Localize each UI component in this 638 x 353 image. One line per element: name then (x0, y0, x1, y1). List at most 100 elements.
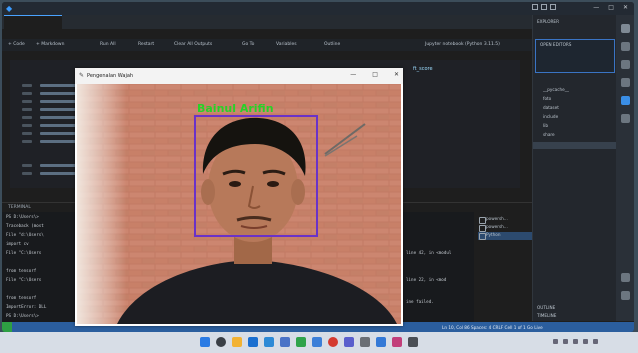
terminal-instance[interactable]: powersh... (478, 216, 532, 224)
tray-icon[interactable] (573, 339, 578, 344)
search-icon[interactable] (216, 337, 226, 347)
face-recognition-window: ✎ Pengenalan Wajah — □ ✕ Bainul Arifin (75, 68, 403, 326)
explorer-item[interactable]: __pycache__ (543, 87, 569, 92)
settings-gear-icon[interactable] (620, 291, 630, 300)
maximize-button[interactable]: □ (608, 4, 614, 11)
tray-icon[interactable] (553, 339, 558, 344)
kernel-selector[interactable]: Jupyter notebook (Python 3.11.5) (425, 42, 500, 47)
terminal-line: ImportError: DLL (6, 304, 47, 309)
terminal-instance[interactable]: Python (478, 232, 532, 240)
app-icon[interactable] (392, 337, 402, 347)
layout-icon[interactable] (541, 4, 547, 10)
terminal-instance[interactable]: powersh... (478, 224, 532, 232)
tray-icon[interactable] (583, 339, 588, 344)
terminal-line: import cv (6, 241, 29, 246)
terminal-line: File "d:\Users\ (6, 232, 44, 237)
title-bar: ◆ — □ ✕ (2, 2, 634, 15)
terminal-line: PS D:\Users\> (6, 214, 39, 219)
notebook-toolbar: + Code + Markdown Run All Restart Clear … (2, 39, 532, 51)
outline-section[interactable]: OUTLINE (537, 305, 555, 310)
close-button[interactable]: ✕ (623, 4, 628, 11)
whatsapp-icon[interactable] (296, 337, 306, 347)
add-code-button[interactable]: + Code (8, 42, 25, 47)
taskbar (0, 332, 638, 353)
remote-indicator-icon[interactable] (2, 322, 12, 332)
tray-icon[interactable] (593, 339, 598, 344)
feather-icon: ✎ (79, 72, 85, 79)
system-tray (553, 339, 598, 344)
file-explorer-icon[interactable] (232, 337, 242, 347)
tab-terminal[interactable]: TERMINAL (8, 205, 31, 210)
store-icon[interactable] (264, 337, 274, 347)
tab-secondary[interactable] (64, 15, 114, 29)
variables-button[interactable]: Variables (276, 42, 297, 47)
explorer-item[interactable]: foto (543, 96, 551, 101)
terminal-instance-label: Python (486, 232, 501, 237)
app-icon[interactable] (408, 337, 418, 347)
explorer-sidebar: EXPLORER OPEN EDITORS __pycache__ foto d… (532, 15, 617, 321)
terminal-instance-label: powersh... (486, 224, 508, 229)
camera-window-controls: — □ ✕ (350, 71, 399, 78)
add-markdown-button[interactable]: + Markdown (36, 42, 64, 47)
explorer-item[interactable]: include (543, 114, 558, 119)
status-right[interactable]: Ln 10, Col 86 Spaces: 4 CRLF Cell 1 of 1… (442, 325, 543, 330)
camera-title-bar[interactable]: ✎ Pengenalan Wajah — □ ✕ (75, 68, 403, 84)
maximize-button[interactable]: □ (372, 71, 378, 78)
terminal-line: File "C:\Users (6, 250, 42, 255)
layout-icon[interactable] (532, 4, 538, 10)
terminal-line: line 42, in <modul (406, 250, 452, 255)
selected-row-highlight (533, 142, 617, 149)
chrome-icon[interactable] (328, 337, 338, 347)
open-editors-section: OPEN EDITORS (535, 39, 615, 73)
edge-icon[interactable] (248, 337, 258, 347)
tray-icon[interactable] (563, 339, 568, 344)
extensions-icon[interactable] (620, 96, 630, 105)
terminal-list: powersh... powersh... Python (478, 216, 532, 256)
terminal-overflow: line 42, in <modul line 22, in <mod ine … (402, 212, 474, 324)
editor-tabs (2, 15, 532, 29)
explorer-icon[interactable] (620, 24, 630, 33)
goto-button[interactable]: Go To (242, 42, 254, 47)
vscode-taskbar-icon[interactable] (312, 337, 322, 347)
run-debug-icon[interactable] (620, 78, 630, 87)
terminal-line: Traceback (most (6, 223, 44, 228)
terminal-line: ine failed. (406, 299, 434, 304)
terminal-instance-label: powersh... (486, 216, 508, 221)
desktop: ◆ — □ ✕ + Code + Markdown Run All Restar… (0, 0, 638, 353)
explorer-item[interactable]: lib (543, 123, 548, 128)
window-controls: — □ ✕ (593, 4, 628, 11)
python-icon[interactable] (376, 337, 386, 347)
open-editors-header[interactable]: OPEN EDITORS (540, 42, 571, 47)
explorer-header: EXPLORER (537, 19, 559, 24)
terminal-line: PS D:\Users\> (6, 313, 39, 318)
terminal-line: from tensorf (6, 268, 37, 273)
account-icon[interactable] (620, 273, 630, 282)
code-token: ft_score (413, 66, 433, 72)
testing-icon[interactable] (620, 114, 630, 123)
minimize-button[interactable]: — (593, 4, 599, 11)
app-icon[interactable] (344, 337, 354, 347)
settings-icon[interactable] (360, 337, 370, 347)
minimize-button[interactable]: — (350, 71, 356, 78)
layout-icon[interactable] (550, 4, 556, 10)
vscode-logo-icon: ◆ (6, 4, 13, 13)
run-all-button[interactable]: Run All (100, 42, 116, 47)
explorer-item[interactable]: dataset (543, 105, 559, 110)
restart-button[interactable]: Restart (138, 42, 154, 47)
layout-controls[interactable] (532, 4, 556, 10)
breadcrumb (2, 29, 532, 39)
outline-button[interactable]: Outline (324, 42, 340, 47)
clear-outputs-button[interactable]: Clear All Outputs (174, 42, 212, 47)
search-icon[interactable] (620, 42, 630, 51)
tab-notebook[interactable] (4, 15, 62, 29)
face-bounding-box (194, 115, 318, 237)
mail-icon[interactable] (280, 337, 290, 347)
explorer-item[interactable]: share (543, 132, 555, 137)
source-control-icon[interactable] (620, 60, 630, 69)
terminal-line: line 22, in <mod (406, 277, 447, 282)
close-button[interactable]: ✕ (394, 71, 399, 78)
start-icon[interactable] (200, 337, 210, 347)
terminal-line: File "C:\Users (6, 277, 42, 282)
timeline-section[interactable]: TIMELINE (537, 313, 556, 318)
camera-window-title: Pengenalan Wajah (87, 73, 134, 79)
